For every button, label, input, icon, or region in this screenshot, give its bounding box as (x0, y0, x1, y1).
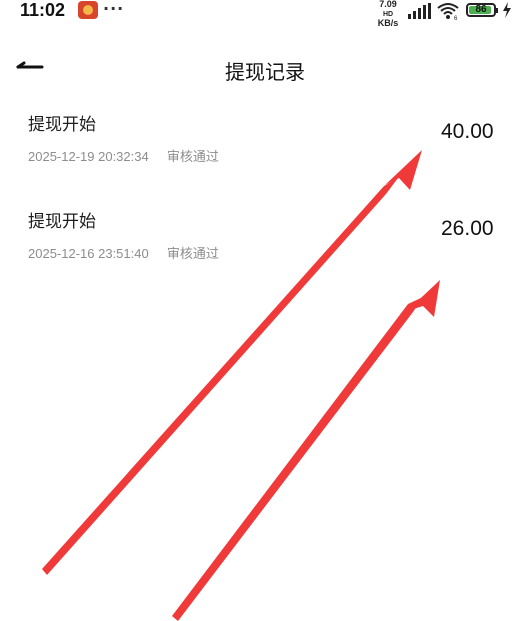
record-meta: 2025-12-16 23:51:40 审核通过 (28, 243, 219, 262)
record-amount: 26.00 (441, 217, 494, 240)
withdrawal-record[interactable]: 提现开始 2025-12-16 23:51:40 审核通过 26.00 (0, 207, 530, 277)
battery-level: 86 (475, 4, 487, 15)
battery-icon: 86 (466, 3, 496, 17)
record-status: 审核通过 (166, 247, 219, 262)
status-time: 11:02 (20, 0, 66, 20)
status-bar: 11:02 ··· 7.09 HD KB/s 6 86 (0, 0, 530, 28)
record-status: 审核通过 (166, 150, 219, 165)
record-date: 2025-12-16 23:51:40 (28, 246, 149, 261)
record-date: 2025-12-19 20:32:34 (28, 149, 149, 164)
red-arrow-icon (172, 280, 440, 621)
more-notifications-icon: ··· (103, 0, 125, 18)
net-speed-value: 7.09 (379, 0, 397, 9)
record-amount: 40.00 (441, 120, 494, 143)
app-notification-icon (78, 1, 98, 19)
nav-bar: 提现记录 (0, 44, 530, 94)
battery-tip (496, 8, 498, 13)
wifi-label: 6 (454, 16, 458, 20)
network-speed: 7.09 HD KB/s (373, 0, 403, 28)
record-title: 提现开始 (28, 115, 96, 135)
signal-icon (408, 3, 432, 19)
net-speed-unit: KB/s (377, 18, 399, 28)
record-title: 提现开始 (28, 212, 96, 232)
page-title: 提现记录 (225, 60, 305, 84)
wifi-icon: 6 (437, 3, 459, 20)
charging-icon (503, 2, 511, 18)
net-type: HD (382, 11, 394, 18)
record-meta: 2025-12-19 20:32:34 审核通过 (28, 146, 219, 165)
withdrawal-record[interactable]: 提现开始 2025-12-19 20:32:34 审核通过 40.00 (0, 110, 530, 180)
